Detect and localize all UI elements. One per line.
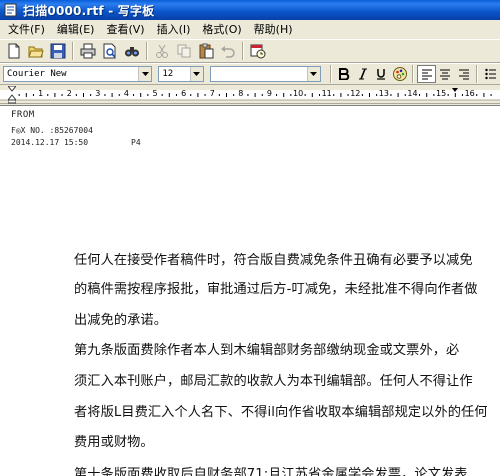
menu-edit[interactable]: 编辑(E) xyxy=(51,21,101,38)
align-center-icon xyxy=(440,69,451,80)
print-preview-button[interactable] xyxy=(99,41,121,61)
bold-button[interactable] xyxy=(335,65,354,83)
calendar-clock-icon xyxy=(250,44,266,59)
align-right-icon xyxy=(459,69,470,80)
document-area[interactable]: FROM F◎X NO. :85267004 2014.12.17 15:50 … xyxy=(0,105,500,476)
align-left-icon xyxy=(421,69,432,80)
align-left-button[interactable] xyxy=(417,65,437,83)
document-line: 者将版L目费汇入个人名下、不得il向作省收取本编辑部规定以外的任何 xyxy=(74,405,488,420)
document-line: 出减免的承诺。 xyxy=(74,313,168,328)
fax-date: 2014.12.17 15:50 xyxy=(11,138,89,147)
fax-page-number: P4 xyxy=(131,138,141,147)
ruler-number: 14 xyxy=(407,89,418,98)
title-bar: 扫描0000.rtf - 写字板 xyxy=(0,0,500,20)
clipboard-paste-icon xyxy=(199,43,214,59)
chevron-down-icon[interactable] xyxy=(138,67,152,81)
bold-icon xyxy=(338,68,350,80)
toolbar-separator xyxy=(329,65,332,83)
undo-button[interactable] xyxy=(217,41,239,61)
scissors-icon xyxy=(156,44,168,58)
ruler-number: 9 xyxy=(266,89,272,98)
ruler-number: 12 xyxy=(350,89,361,98)
new-document-button[interactable] xyxy=(3,41,25,61)
document-line: 任何人在接受作者稿件时，符合版自费减免条件丑确有必要予以减免 xyxy=(74,253,473,268)
ruler-number: 8 xyxy=(238,89,244,98)
ruler-number: 16 xyxy=(464,89,475,98)
format-bar: Courier New 12 xyxy=(0,63,500,85)
align-center-button[interactable] xyxy=(436,65,455,83)
ruler-number: 2 xyxy=(66,89,72,98)
find-button[interactable] xyxy=(121,41,143,61)
fax-from: FROM xyxy=(11,110,35,120)
menu-format[interactable]: 格式(O) xyxy=(196,21,247,38)
toolbar-separator xyxy=(412,65,415,83)
document-line: 第九条版面费除作者本人到木编辑部财务部缴纳现金或文票外，必 xyxy=(74,343,460,358)
paste-button[interactable] xyxy=(195,41,217,61)
ruler-number: 13 xyxy=(378,89,389,98)
menu-file[interactable]: 文件(F) xyxy=(2,21,51,38)
ruler-number: 7 xyxy=(209,89,215,98)
chevron-down-icon[interactable] xyxy=(189,67,203,81)
printer-icon xyxy=(80,43,96,59)
font-name-select[interactable]: Courier New xyxy=(3,66,153,82)
ruler-number: 3 xyxy=(95,89,101,98)
underline-icon xyxy=(377,69,386,80)
folder-open-icon xyxy=(28,46,44,58)
toolbar-separator xyxy=(72,42,74,60)
undo-icon xyxy=(221,46,235,58)
print-preview-icon xyxy=(103,43,116,59)
ruler-number: 1 xyxy=(38,89,44,98)
standard-toolbar xyxy=(0,39,500,63)
italic-button[interactable] xyxy=(353,65,372,83)
open-button[interactable] xyxy=(25,41,47,61)
menu-bar: 文件(F) 编辑(E) 查看(V) 插入(I) 格式(O) 帮助(H) xyxy=(0,20,500,39)
ruler-number: 5 xyxy=(152,89,158,98)
document-line: 须汇入本刊账户，邮局汇款的收款人为本刊编辑部。任何人不得让作 xyxy=(74,374,473,389)
print-button[interactable] xyxy=(77,41,99,61)
document-line: 第十条版面费收取后自财务部71:且江苏省金属学会发票，论文发表 xyxy=(74,467,468,476)
bullet-list-icon xyxy=(484,68,496,80)
font-size-select[interactable]: 12 xyxy=(158,66,204,82)
insert-date-time-button[interactable] xyxy=(247,41,269,61)
ruler-number: 11 xyxy=(321,89,332,98)
floppy-disk-icon xyxy=(50,43,66,59)
menu-view[interactable]: 查看(V) xyxy=(100,21,150,38)
binoculars-icon xyxy=(125,47,139,57)
text-color-button[interactable] xyxy=(391,65,410,83)
wordpad-app-icon[interactable] xyxy=(4,3,18,17)
fax-number: F◎X NO. :85267004 xyxy=(11,126,93,135)
menu-insert[interactable]: 插入(I) xyxy=(151,21,197,38)
document-line: 费用或财物。 xyxy=(74,435,154,450)
ruler-number: 4 xyxy=(123,89,129,98)
ruler-track xyxy=(0,88,500,101)
underline-button[interactable] xyxy=(372,65,391,83)
cut-button[interactable] xyxy=(151,41,173,61)
ruler-number: 6 xyxy=(181,89,187,98)
document-line: 的稿件需按程序报批，审批通过后方-叮减免，未经批准不得向作者做 xyxy=(74,282,478,297)
ruler[interactable]: 1 2 3 4 5 6 7 8 9 10 11 12 13 14 15 16 xyxy=(0,86,500,104)
new-document-icon xyxy=(8,43,20,59)
ruler-number: 10 xyxy=(293,89,304,98)
bullets-button[interactable] xyxy=(481,65,500,83)
toolbar-separator xyxy=(146,42,148,60)
font-size-value: 12 xyxy=(162,69,174,79)
toolbar-separator xyxy=(476,65,479,83)
font-name-value: Courier New xyxy=(7,69,67,79)
copy-button[interactable] xyxy=(173,41,195,61)
copy-icon xyxy=(177,44,191,58)
window-title: 扫描0000.rtf - 写字板 xyxy=(23,3,155,18)
script-select[interactable] xyxy=(209,66,321,82)
italic-icon xyxy=(358,68,367,80)
chevron-down-icon[interactable] xyxy=(306,67,320,81)
menu-help[interactable]: 帮助(H) xyxy=(248,21,299,38)
color-palette-icon xyxy=(392,67,407,81)
save-button[interactable] xyxy=(47,41,69,61)
ruler-number: 15 xyxy=(436,89,447,98)
align-right-button[interactable] xyxy=(455,65,474,83)
toolbar-separator xyxy=(242,42,244,60)
